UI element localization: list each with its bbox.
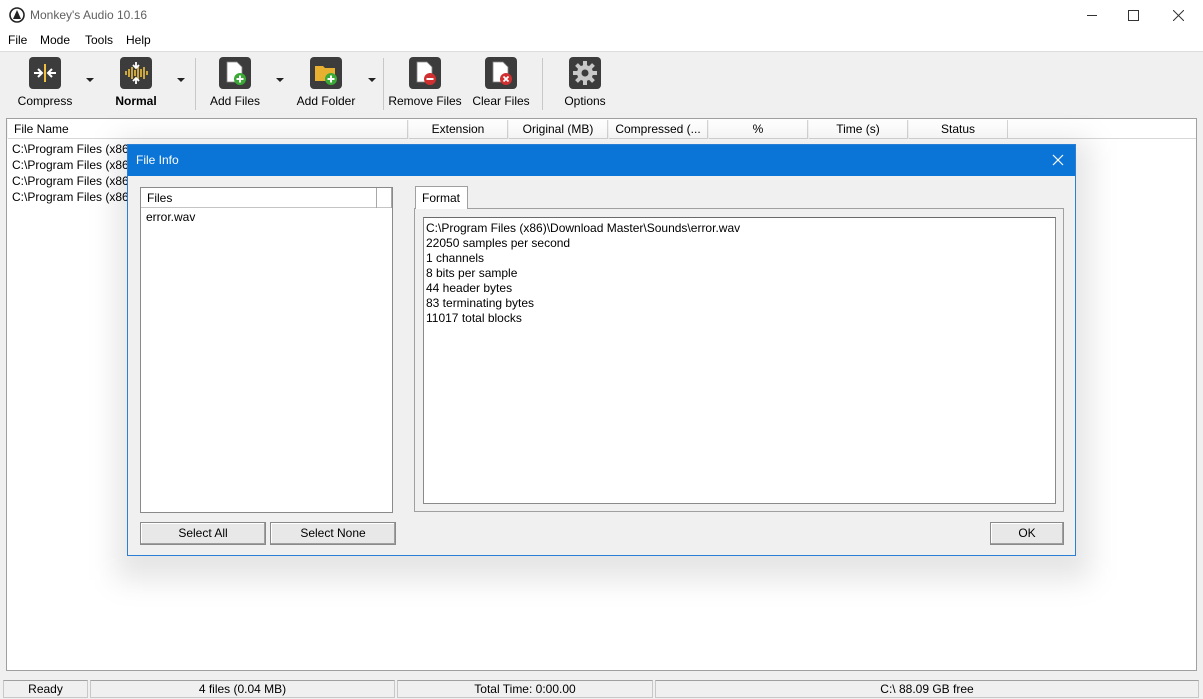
ok-button[interactable]: OK <box>990 522 1064 545</box>
info-file-path: C:\Program Files (x86)\Download Master\S… <box>426 221 741 235</box>
column-percent[interactable]: % <box>708 120 808 139</box>
dialog-close-button[interactable] <box>1049 151 1067 169</box>
list-item[interactable]: C:\Program Files (x86) <box>12 189 133 205</box>
file-info-dialog: File Info Files error.wav Select All Sel… <box>127 144 1076 556</box>
title-bar: Monkey's Audio 10.16 <box>0 0 1203 30</box>
toolbar-separator <box>195 58 196 110</box>
close-icon <box>1052 154 1064 166</box>
clear-files-label: Clear Files <box>472 94 530 108</box>
add-folder-icon <box>310 57 342 89</box>
column-extension[interactable]: Extension <box>408 120 508 139</box>
remove-files-icon <box>409 57 441 89</box>
menu-help[interactable]: Help <box>126 33 151 47</box>
info-header-bytes: 44 header bytes <box>426 281 513 295</box>
format-tab-panel: C:\Program Files (x86)\Download Master\S… <box>414 208 1064 512</box>
add-folder-label: Add Folder <box>296 94 356 108</box>
list-item[interactable]: error.wav <box>146 210 195 224</box>
add-files-label: Add Files <box>209 94 261 108</box>
monkeys-audio-logo-icon <box>9 7 25 23</box>
add-files-button[interactable]: Add Files <box>206 57 264 113</box>
close-icon <box>1173 9 1184 21</box>
list-item[interactable]: C:\Program Files (x86) <box>12 141 133 157</box>
compress-button[interactable]: Compress <box>14 57 76 113</box>
remove-files-label: Remove Files <box>388 94 462 108</box>
compress-dropdown-icon[interactable] <box>86 78 94 82</box>
compress-label: Compress <box>17 94 73 108</box>
add-folder-dropdown-icon[interactable] <box>368 78 376 82</box>
menu-mode[interactable]: Mode <box>40 33 70 47</box>
tab-format[interactable]: Format <box>415 186 468 209</box>
dialog-title: File Info <box>136 153 179 167</box>
toolbar-separator <box>383 58 384 110</box>
select-none-button[interactable]: Select None <box>270 522 396 545</box>
select-all-button[interactable]: Select All <box>140 522 266 545</box>
menu-bar: File Mode Tools Help <box>0 30 1203 52</box>
toolbar: Compress Normal Add Files Add Folder Rem… <box>0 52 1203 118</box>
column-compressed[interactable]: Compressed (... <box>608 120 708 139</box>
toolbar-separator <box>542 58 543 110</box>
menu-tools[interactable]: Tools <box>85 33 113 47</box>
info-bits-per-sample: 8 bits per sample <box>426 266 518 280</box>
format-info-box[interactable]: C:\Program Files (x86)\Download Master\S… <box>423 217 1056 504</box>
minimize-button[interactable] <box>1070 0 1115 30</box>
dialog-files-list[interactable]: Files error.wav <box>140 187 393 513</box>
status-disk-free: C:\ 88.09 GB free <box>655 680 1199 698</box>
add-files-dropdown-icon[interactable] <box>276 78 284 82</box>
column-file-name[interactable]: File Name <box>7 120 408 139</box>
info-total-blocks: 11017 total blocks <box>426 311 522 325</box>
compression-level-icon <box>120 57 152 89</box>
minimize-icon <box>1087 14 1097 16</box>
options-label: Options <box>564 94 606 108</box>
file-list-header: File Name Extension Original (MB) Compre… <box>7 120 1196 139</box>
column-status[interactable]: Status <box>908 120 1008 139</box>
dialog-title-bar: File Info <box>128 145 1075 176</box>
files-list-header: Files <box>141 188 392 208</box>
remove-files-button[interactable]: Remove Files <box>388 57 462 113</box>
status-file-count: 4 files (0.04 MB) <box>90 680 395 698</box>
files-column-header[interactable]: Files <box>141 188 377 208</box>
maximize-button[interactable] <box>1111 0 1156 30</box>
compress-icon <box>29 57 61 89</box>
normal-mode-button[interactable]: Normal <box>110 57 162 113</box>
info-channels: 1 channels <box>426 251 485 265</box>
info-sample-rate: 22050 samples per second <box>426 236 571 250</box>
add-files-icon <box>219 57 251 89</box>
close-window-button[interactable] <box>1156 0 1201 30</box>
list-item[interactable]: C:\Program Files (x86) <box>12 157 133 173</box>
options-button[interactable]: Options <box>560 57 610 113</box>
files-column-spacer <box>377 188 392 208</box>
status-bar: Ready 4 files (0.04 MB) Total Time: 0:00… <box>0 678 1203 699</box>
clear-files-button[interactable]: Clear Files <box>471 57 531 113</box>
clear-files-icon <box>485 57 517 89</box>
maximize-icon <box>1128 9 1139 21</box>
info-terminating-bytes: 83 terminating bytes <box>426 296 535 310</box>
add-folder-button[interactable]: Add Folder <box>294 57 358 113</box>
gear-icon <box>569 57 601 89</box>
list-item[interactable]: C:\Program Files (x86) <box>12 173 133 189</box>
normal-label: Normal <box>115 94 157 108</box>
menu-file[interactable]: File <box>8 33 27 47</box>
window-title: Monkey's Audio 10.16 <box>30 8 148 22</box>
column-original[interactable]: Original (MB) <box>508 120 608 139</box>
compression-level-dropdown-icon[interactable] <box>177 78 185 82</box>
status-total-time: Total Time: 0:00.00 <box>397 680 653 698</box>
status-ready: Ready <box>3 680 88 698</box>
column-time[interactable]: Time (s) <box>808 120 908 139</box>
